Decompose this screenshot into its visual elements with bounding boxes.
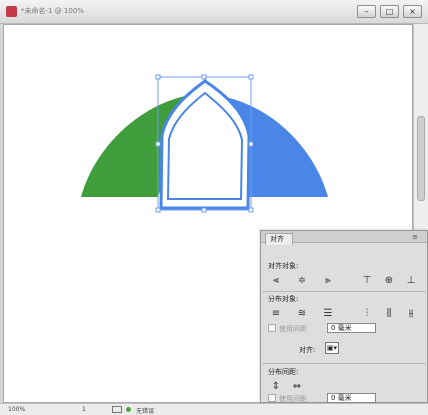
document-title: *未命名-1 @ 100% [21,7,84,15]
selection-handle-middle-right[interactable] [248,141,254,147]
selection-handle-top-right[interactable] [248,74,254,80]
distribute-top-icon[interactable]: ≡ [270,308,282,320]
distribute-bottom-icon[interactable]: ☰ [322,308,334,320]
preflight-status-icon [126,407,131,412]
use-spacing-checkbox-1[interactable] [268,324,276,332]
align-right-icon[interactable]: ⫸ [322,275,334,287]
zoom-level[interactable]: 100% [8,406,25,413]
use-spacing-label-1: 使用间距 [279,325,307,333]
distribute-vertical-space-icon[interactable]: ⇕ [270,381,282,393]
panel-divider [262,363,426,364]
status-bar: 100% 1 无错误 [0,403,428,415]
selection-handle-bottom-left[interactable] [155,207,161,213]
selection-handle-middle-left[interactable] [155,141,161,147]
distribute-vertical-center-icon[interactable]: ≋ [296,308,308,320]
preview-icon[interactable] [112,406,122,413]
distribute-spacing-toolbar: ⇕ ⇔ [268,381,424,393]
spacing-field-1[interactable]: 0 毫米 [327,323,376,333]
panel-divider [262,291,426,292]
distribute-objects-label: 分布对象: [268,295,299,303]
selection-handle-top-center[interactable] [201,74,207,80]
distribute-left-icon[interactable]: ⫶ [361,308,373,320]
selection-handle-bottom-center[interactable] [201,207,207,213]
align-panel-header: 对齐 ≡ [261,231,427,245]
panel-menu-icon[interactable]: ≡ [408,233,422,241]
align-bottom-icon[interactable]: ⊥ [405,275,417,287]
align-top-icon[interactable]: ⊤ [361,275,373,287]
window-titlebar: *未命名-1 @ 100% – □ × [0,0,428,24]
preflight-status-text: 无错误 [136,408,155,415]
page-number[interactable]: 1 [82,406,86,413]
use-spacing-label-2: 使用间距 [279,395,307,403]
tab-align[interactable]: 对齐 [265,233,293,245]
use-spacing-checkbox-2[interactable] [268,394,276,402]
align-vertical-center-icon[interactable]: ⊕ [383,275,395,287]
scrollbar-thumb[interactable] [417,116,425,201]
align-horizontal-center-icon[interactable]: ≑ [296,275,308,287]
selection-handle-bottom-right[interactable] [248,207,254,213]
align-panel: 对齐 ≡ 对齐对象: ⫷ ≑ ⫸ ⊤ ⊕ ⊥ 分布对象: ≡ ≋ ☰ ⫶ ⫼ ⫵… [260,230,428,403]
restore-button[interactable]: □ [380,5,399,18]
align-objects-toolbar: ⫷ ≑ ⫸ ⊤ ⊕ ⊥ [268,275,424,287]
indesign-document-window: *未命名-1 @ 100% – □ × 100% 1 无错误 对齐 ≡ 对齐对象… [0,0,428,415]
align-left-icon[interactable]: ⫷ [270,275,282,287]
spacing-field-2[interactable]: 0 毫米 [327,393,376,403]
align-to-selection-icon[interactable]: ▣▾ [325,342,339,354]
align-objects-label: 对齐对象: [268,262,299,270]
distribute-objects-toolbar: ≡ ≋ ☰ ⫶ ⫼ ⫵ [268,308,424,320]
distribute-horizontal-center-icon[interactable]: ⫼ [383,308,395,320]
selection-handle-top-left[interactable] [155,74,161,80]
distribute-horizontal-space-icon[interactable]: ⇔ [291,381,303,393]
indesign-icon [6,6,17,17]
distribute-spacing-label: 分布间距: [268,368,299,376]
align-to-label: 对齐: [299,346,316,354]
distribute-right-icon[interactable]: ⫵ [405,308,417,320]
minimize-button[interactable]: – [357,5,376,18]
close-button[interactable]: × [403,5,422,18]
